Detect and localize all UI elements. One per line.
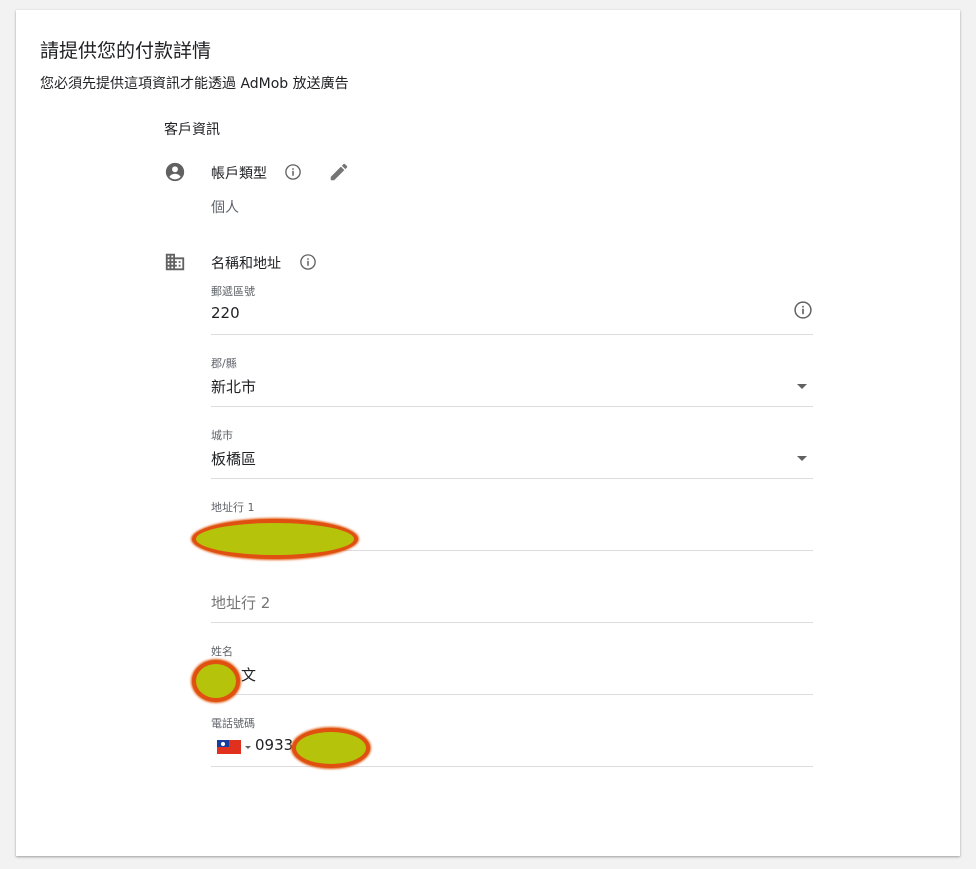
name-address-label: 名稱和地址 (211, 256, 281, 272)
county-select[interactable]: 郡/縣 新北市 (211, 350, 813, 407)
payment-details-card: 請提供您的付款詳情 您必須先提供這項資訊才能透過 AdMob 放送廣告 客戶資訊… (16, 10, 960, 856)
account-circle-icon (165, 162, 185, 182)
customer-info-title: 客戶資訊 (164, 122, 220, 138)
county-value: 新北市 (211, 378, 257, 396)
postal-code-label: 郵遞區號 (211, 285, 255, 298)
name-value[interactable]: 文 (241, 664, 256, 685)
redaction-mark-address (192, 519, 358, 559)
page-subtitle: 您必須先提供這項資訊才能透過 AdMob 放送廣告 (40, 76, 349, 92)
redaction-mark-name (192, 660, 240, 702)
address-line1-label: 地址行 1 (211, 501, 255, 514)
name-address-info-icon[interactable] (299, 253, 317, 271)
page-title: 請提供您的付款詳情 (40, 40, 212, 62)
address-line2-placeholder[interactable]: 地址行 2 (211, 592, 270, 613)
address-line2-field[interactable]: 地址行 2 (211, 566, 813, 623)
postal-code-field[interactable]: 郵遞區號 220 (211, 278, 813, 335)
postal-code-info-icon[interactable] (793, 300, 813, 320)
account-type-value: 個人 (211, 200, 239, 216)
building-icon (165, 253, 185, 271)
county-label: 郡/縣 (211, 357, 237, 370)
account-type-label: 帳戶類型 (211, 166, 267, 182)
county-dropdown-arrow-icon[interactable] (797, 384, 807, 389)
phone-label: 電話號碼 (211, 717, 255, 730)
city-select[interactable]: 城市 板橋區 (211, 422, 813, 479)
redaction-mark-phone (292, 728, 370, 768)
edit-pencil-icon[interactable] (328, 161, 350, 183)
phone-value[interactable]: 0933 (255, 736, 293, 754)
city-label: 城市 (211, 429, 233, 442)
taiwan-flag-icon[interactable] (217, 740, 241, 754)
account-type-info-icon[interactable] (284, 163, 302, 181)
city-dropdown-arrow-icon[interactable] (797, 456, 807, 461)
city-value: 板橋區 (211, 450, 257, 468)
name-field[interactable]: 姓名 文 (211, 638, 813, 695)
name-label: 姓名 (211, 645, 233, 658)
postal-code-value[interactable]: 220 (211, 304, 240, 322)
country-dropdown-arrow-icon[interactable] (245, 746, 251, 749)
